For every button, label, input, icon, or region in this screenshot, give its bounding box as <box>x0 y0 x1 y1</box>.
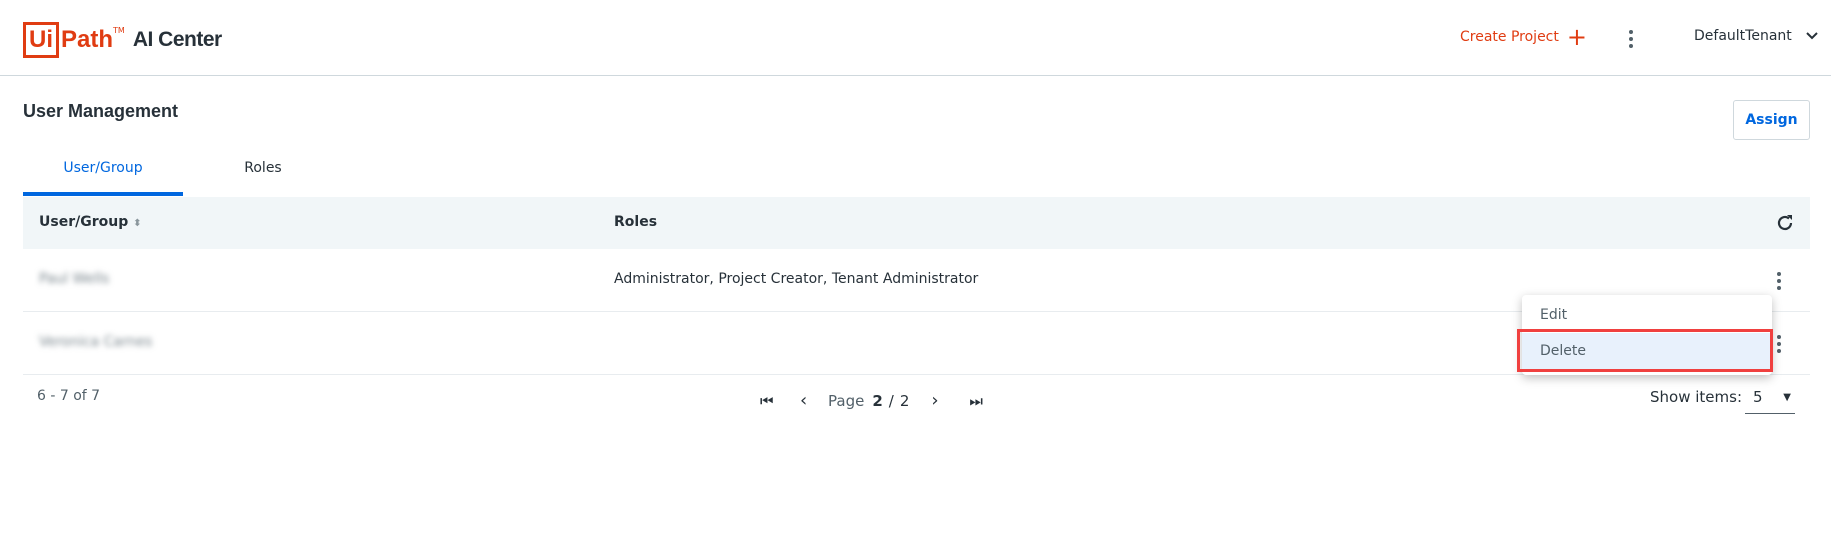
user-roles: Administrator, Project Creator, Tenant A… <box>614 271 979 287</box>
caret-down-icon: ▼ <box>1783 392 1791 403</box>
highlight-box <box>1517 329 1773 372</box>
uipath-logo[interactable]: Ui Path TM AI Center <box>23 20 222 60</box>
sort-icon: ⬍ <box>133 218 142 229</box>
prev-page-icon[interactable]: ‹ <box>800 390 828 411</box>
first-page-icon[interactable]: ⏮ <box>760 392 800 410</box>
table-header: User/Group ⬍ Roles <box>23 197 1810 249</box>
page-size-select[interactable]: 5 ▼ <box>1745 388 1795 414</box>
row-actions-icon[interactable] <box>1777 272 1781 290</box>
user-name: Paul Wells <box>39 271 110 287</box>
tenant-selector[interactable]: DefaultTenant <box>1694 28 1818 44</box>
refresh-icon[interactable] <box>1775 213 1795 233</box>
chevron-down-icon <box>1806 32 1818 40</box>
menu-item-edit[interactable]: Edit <box>1522 297 1772 333</box>
show-items-label: Show items: <box>1650 388 1742 406</box>
page-title: User Management <box>23 101 179 121</box>
more-options-icon[interactable] <box>1629 30 1633 48</box>
plus-icon: + <box>1566 23 1587 51</box>
range-label: 6 - 7 of 7 <box>37 388 101 404</box>
user-name: Veronica Carnes <box>39 334 153 350</box>
next-page-icon[interactable]: › <box>931 390 969 411</box>
row-actions-icon[interactable] <box>1777 335 1781 353</box>
assign-button[interactable]: Assign <box>1733 100 1810 140</box>
create-project-button[interactable]: Create Project + <box>1460 23 1587 51</box>
current-page: 2 <box>872 391 883 410</box>
last-page-icon[interactable]: ⏭ <box>969 392 983 410</box>
column-header-roles: Roles <box>614 214 658 230</box>
column-header-user-group[interactable]: User/Group ⬍ <box>39 214 141 230</box>
tab-roles[interactable]: Roles <box>183 160 343 196</box>
total-pages: 2 <box>899 391 910 410</box>
tab-user-group[interactable]: User/Group <box>23 160 183 196</box>
product-name: AI Center <box>132 28 222 51</box>
